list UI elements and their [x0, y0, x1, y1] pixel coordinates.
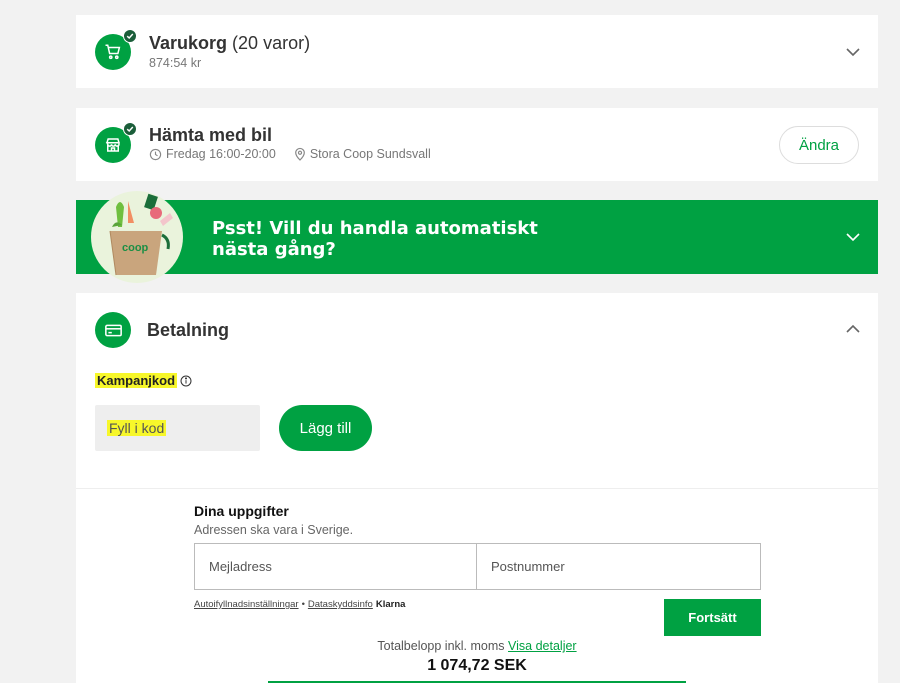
store-icon: [105, 138, 120, 152]
pickup-store: Stora Coop Sundsvall: [309, 147, 431, 161]
postal-code-field[interactable]: Postnummer: [476, 543, 761, 590]
total-label: Totalbelopp inkl. moms: [377, 639, 505, 653]
check-icon: [123, 29, 137, 43]
total-row: Totalbelopp inkl. moms Visa detaljer: [76, 639, 878, 653]
show-details-link[interactable]: Visa detaljer: [508, 639, 577, 653]
campaign-code-placeholder: Fyll i kod: [107, 420, 167, 436]
email-field[interactable]: Mejladress: [194, 543, 478, 590]
privacy-info-link[interactable]: Dataskyddsinfo: [308, 599, 373, 610]
pickup-time: Fredag 16:00-20:00: [166, 147, 276, 161]
pickup-section: Hämta med bil Fredag 16:00-20:00 Stora C…: [76, 108, 878, 181]
pickup-step-icon: [95, 122, 137, 163]
chevron-down-icon[interactable]: [845, 232, 861, 242]
continue-button[interactable]: Fortsätt: [664, 599, 761, 636]
divider: [76, 488, 878, 489]
total-amount: 1 074,72 SEK: [427, 657, 527, 674]
payment-title: Betalning: [147, 320, 230, 340]
info-icon[interactable]: [180, 375, 192, 387]
campaign-code-label-text: Kampanjkod: [95, 373, 178, 388]
change-pickup-button[interactable]: Ändra: [779, 126, 859, 164]
bag-logo-text: coop: [122, 242, 149, 254]
check-icon: [123, 122, 137, 136]
auto-shopping-banner[interactable]: coop Psst! Vill du handla automatiskt nä…: [76, 191, 878, 283]
pickup-details: Fredag 16:00-20:00 Stora Coop Sundsvall: [149, 147, 431, 161]
details-title: Dina uppgifter: [194, 503, 289, 519]
cart-title-text: Varukorg: [149, 33, 228, 53]
cart-section[interactable]: Varukorg (20 varor) 874:54 kr: [76, 15, 878, 88]
campaign-code-label: Kampanjkod: [95, 373, 192, 388]
location-pin-icon: [294, 147, 305, 161]
details-subtitle: Adressen ska vara i Sverige.: [194, 523, 354, 537]
klarna-links: Autoifyllnadsinställningar • Dataskyddsi…: [194, 599, 405, 610]
klarna-label: Klarna: [375, 599, 406, 610]
promo-line-1: Psst! Vill du handla automatiskt: [212, 218, 538, 239]
link-separator: •: [301, 599, 305, 610]
clock-icon: [149, 148, 162, 160]
payment-step-icon: [95, 312, 131, 348]
promo-text: Psst! Vill du handla automatiskt nästa g…: [212, 218, 538, 260]
cart-item-count: (20 varor): [232, 33, 311, 53]
cart-icon: [105, 44, 121, 60]
cart-step-icon: [95, 29, 137, 70]
chevron-up-icon[interactable]: [845, 324, 861, 334]
chevron-down-icon[interactable]: [845, 47, 861, 57]
autofill-settings-link[interactable]: Autoifyllnadsinställningar: [194, 599, 299, 610]
cart-subtotal: 874:54 kr: [149, 56, 202, 70]
add-campaign-code-button[interactable]: Lägg till: [279, 405, 372, 451]
payment-section: Betalning Kampanjkod Fyll i kod Lägg til…: [76, 293, 878, 683]
campaign-code-input[interactable]: Fyll i kod: [95, 405, 260, 451]
card-icon: [104, 324, 122, 336]
promo-line-2: nästa gång?: [212, 239, 336, 260]
pickup-title: Hämta med bil: [149, 125, 273, 145]
grocery-bag-illustration: coop: [91, 191, 183, 283]
cart-title: Varukorg (20 varor): [149, 33, 310, 54]
